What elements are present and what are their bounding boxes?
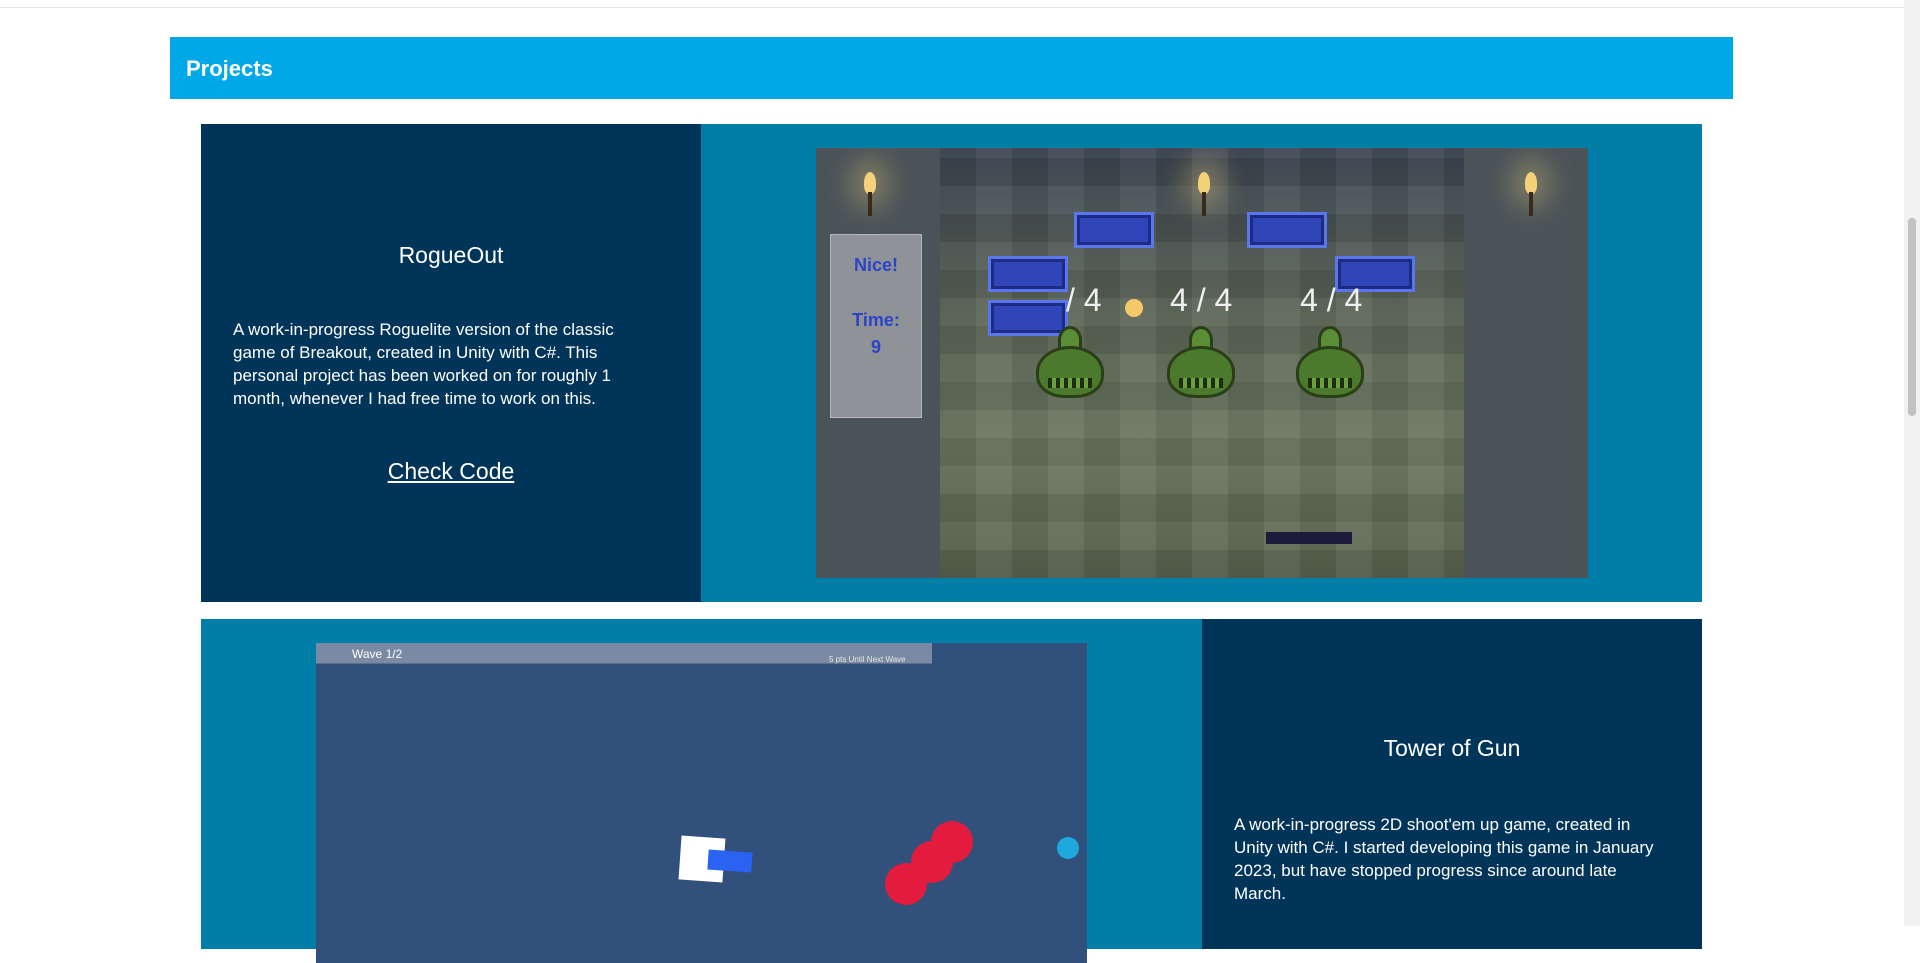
- page-scrollbar[interactable]: [1904, 0, 1920, 926]
- wave-label: Wave 1/2: [352, 647, 403, 661]
- project-card-tower-of-gun: Wave 1/2 5 pts Until Next Wave Tower of …: [201, 619, 1702, 963]
- project-description: A work-in-progress Roguelite version of …: [233, 320, 614, 408]
- project-text-pane: Tower of Gun A work-in-progress 2D shoot…: [1202, 619, 1702, 949]
- enemy: [885, 863, 927, 905]
- paddle: [1266, 532, 1352, 544]
- slime-enemy-icon: [1296, 326, 1364, 398]
- wave-progress-bar: Wave 1/2 5 pts Until Next Wave: [316, 643, 932, 664]
- ball: [1125, 299, 1143, 317]
- check-code-link[interactable]: Check Code: [201, 458, 701, 485]
- nice-label: Nice!: [853, 255, 898, 275]
- torch-icon: [1197, 172, 1211, 222]
- project-description: A work-in-progress 2D shoot'em up game, …: [1234, 815, 1654, 903]
- enemy-hp-label: 4 / 4: [1300, 282, 1363, 318]
- time-label: Time: 9: [852, 310, 900, 357]
- points-label: 5 pts Until Next Wave: [829, 655, 906, 664]
- scrollbar-thumb[interactable]: [1908, 218, 1916, 416]
- project-title: RogueOut: [398, 242, 504, 268]
- section-title: Projects: [186, 56, 273, 81]
- project-text-pane: RogueOut A work-in-progress Roguelite ve…: [201, 124, 701, 602]
- brick: [1247, 212, 1327, 248]
- slime-enemy-icon: [1036, 326, 1104, 398]
- tower-of-gun-screenshot: Wave 1/2 5 pts Until Next Wave: [316, 643, 1087, 963]
- projectile: [1057, 837, 1079, 859]
- rogueout-screenshot: Nice! Time: 9 / 4 4 / 4 4 / 4: [816, 148, 1588, 578]
- browser-top-edge: [0, 0, 1904, 8]
- enemy-hp-label: / 4: [1066, 282, 1102, 318]
- brick: [988, 256, 1068, 292]
- status-panel: Nice! Time: 9: [830, 234, 922, 418]
- project-title: Tower of Gun: [1383, 735, 1521, 761]
- enemy-hp-label: 4 / 4: [1170, 282, 1233, 318]
- project-card-rogueout: RogueOut A work-in-progress Roguelite ve…: [201, 124, 1702, 602]
- torch-icon: [1524, 172, 1538, 222]
- player-gun: [707, 849, 753, 873]
- brick: [1074, 212, 1154, 248]
- projects-section-header: Projects: [170, 37, 1733, 99]
- slime-enemy-icon: [1167, 326, 1235, 398]
- torch-icon: [863, 172, 877, 222]
